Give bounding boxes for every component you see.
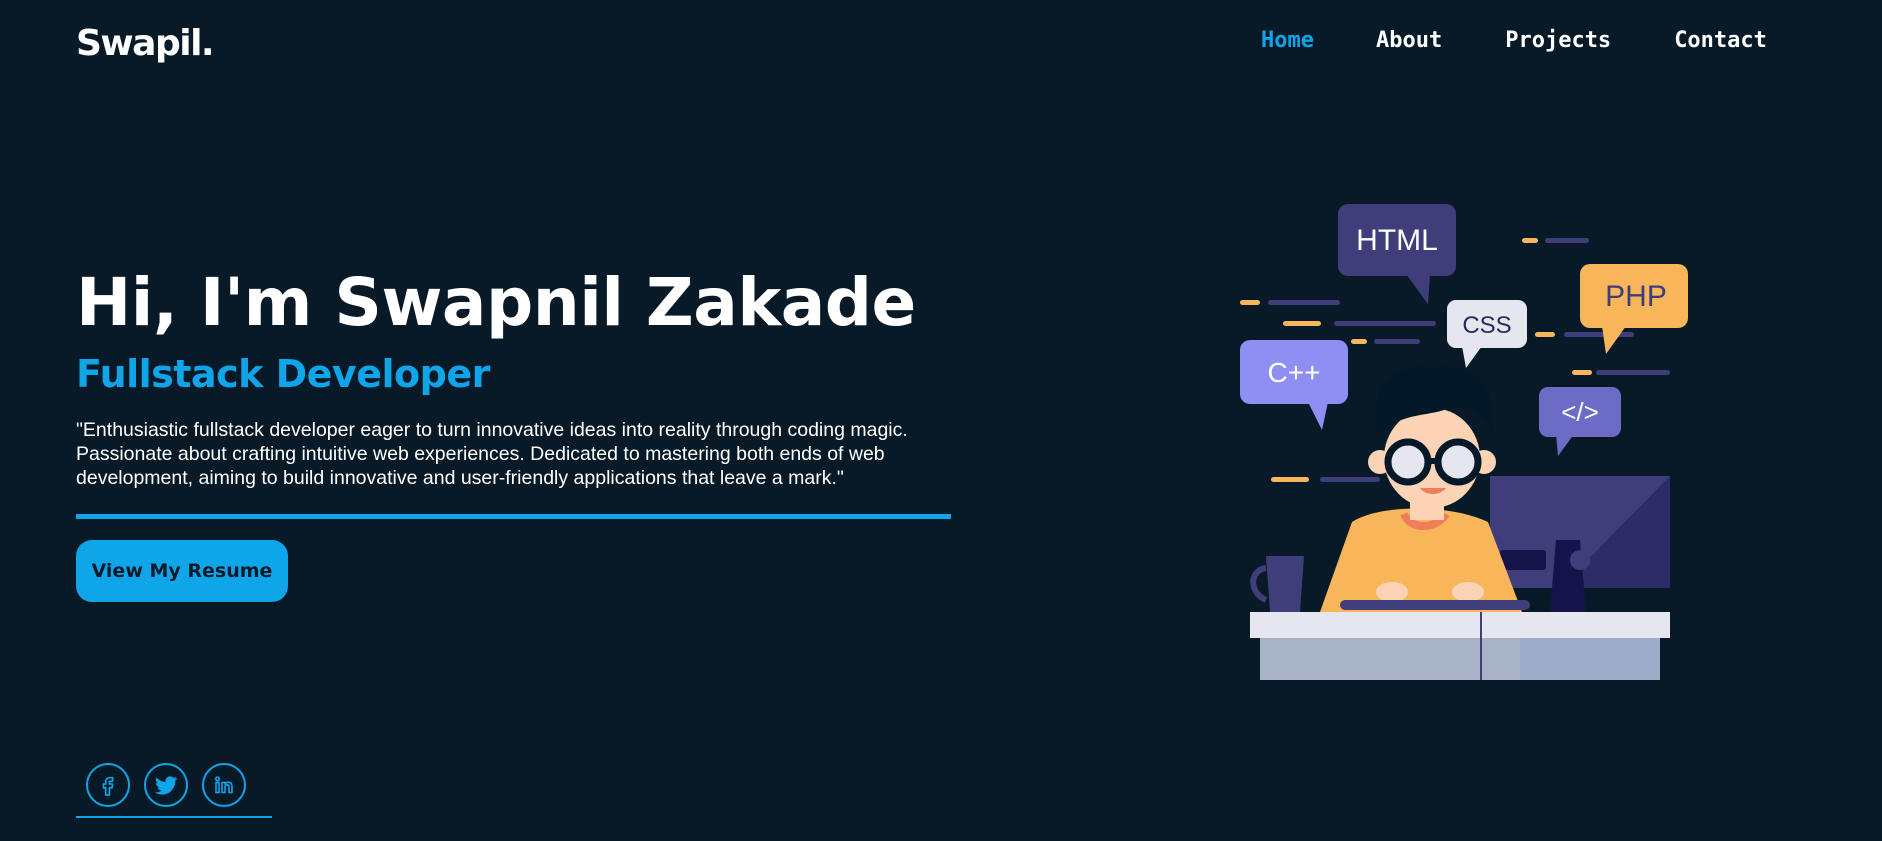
- linkedin-link[interactable]: [202, 763, 246, 807]
- nav-projects[interactable]: Projects: [1505, 24, 1611, 58]
- hero-subtitle: Fullstack Developer: [76, 352, 490, 396]
- nav-contact[interactable]: Contact: [1674, 24, 1767, 58]
- coffee-mug: [1250, 556, 1304, 612]
- main-nav: Home About Projects Contact: [1261, 24, 1767, 58]
- css-bubble-label: CSS: [1462, 312, 1511, 339]
- hero-description: "Enthusiastic fullstack developer eager …: [76, 419, 908, 489]
- social-divider: [76, 816, 272, 818]
- php-bubble: PHP: [1580, 264, 1688, 354]
- monitor: [1490, 476, 1670, 612]
- hero-divider: [76, 514, 951, 519]
- hero-title: Hi, I'm Swapnil Zakade: [76, 264, 916, 341]
- twitter-link[interactable]: [144, 763, 188, 807]
- code-tag-bubble: </>: [1539, 387, 1621, 456]
- facebook-icon: [102, 776, 114, 796]
- php-bubble-label: PHP: [1605, 280, 1667, 313]
- css-bubble: CSS: [1447, 300, 1527, 368]
- social-links: [86, 763, 246, 807]
- html-bubble: HTML: [1338, 204, 1456, 304]
- desk: [1250, 612, 1670, 680]
- nav-about[interactable]: About: [1376, 24, 1442, 58]
- developer-illustration: HTML CSS PHP C++ </>: [1240, 204, 1688, 680]
- view-resume-button[interactable]: View My Resume: [76, 540, 288, 602]
- cpp-bubble: C++: [1240, 340, 1348, 430]
- twitter-icon: [154, 776, 178, 795]
- html-bubble-label: HTML: [1356, 224, 1438, 257]
- nav-home[interactable]: Home: [1261, 24, 1314, 58]
- brand-logo[interactable]: Swapil.: [76, 20, 215, 68]
- linkedin-icon: [214, 776, 233, 794]
- code-tag-bubble-label: </>: [1561, 397, 1599, 427]
- facebook-link[interactable]: [86, 763, 130, 807]
- cpp-bubble-label: C++: [1268, 357, 1321, 388]
